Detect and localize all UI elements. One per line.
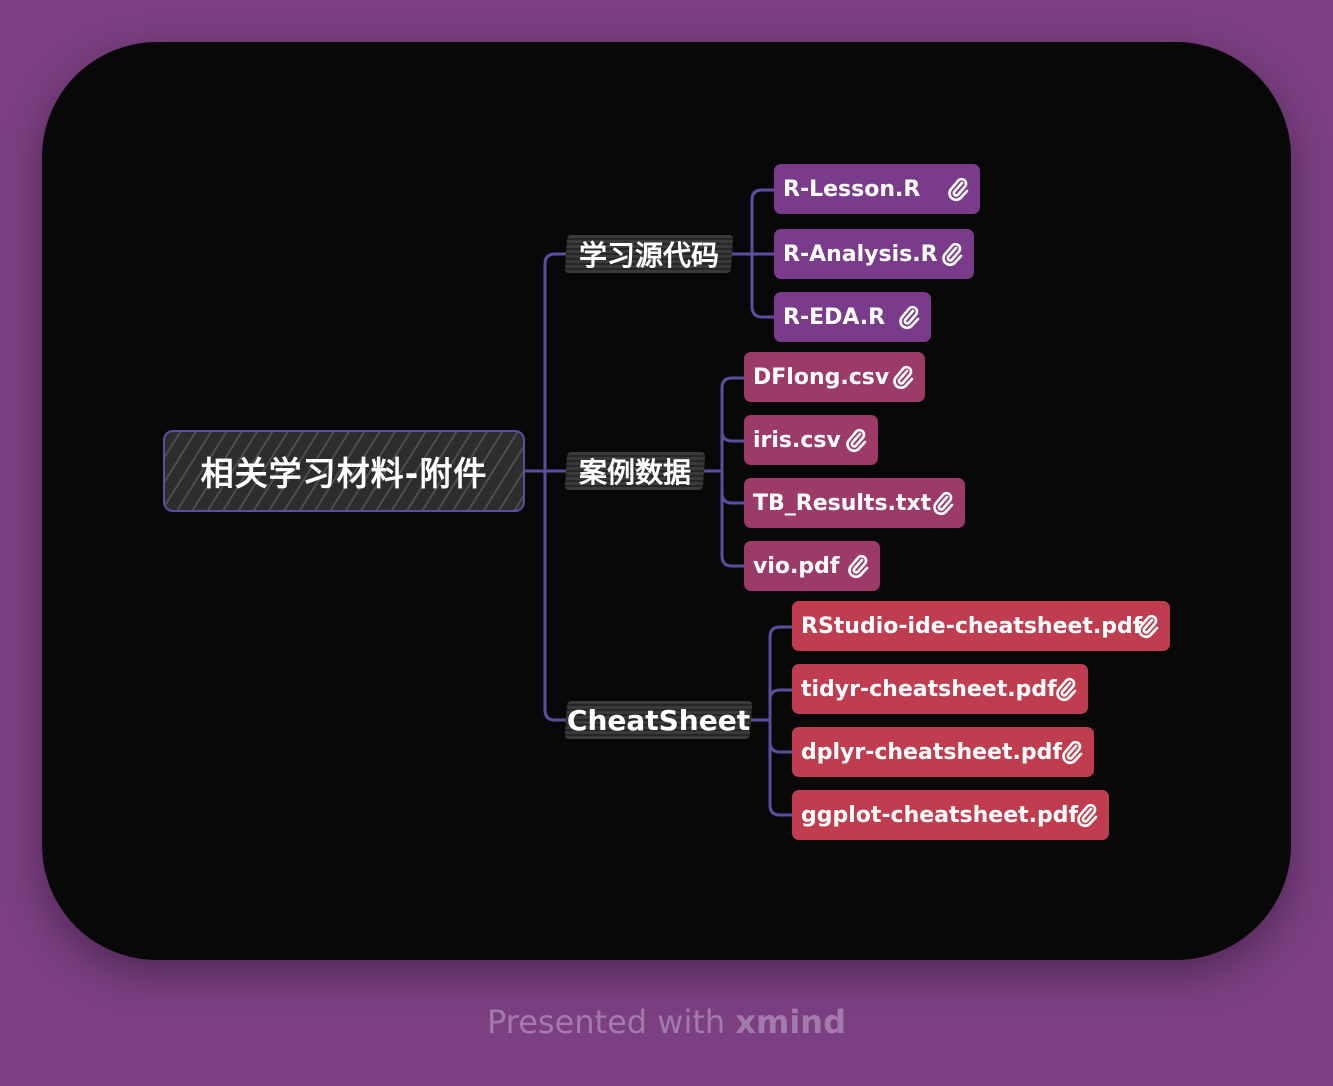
paperclip-icon bbox=[846, 428, 867, 453]
paperclip-icon bbox=[948, 177, 969, 202]
footer-credit: Presented with xmind bbox=[0, 1003, 1333, 1041]
paperclip-icon bbox=[893, 365, 914, 390]
branch-topic-source-code[interactable]: 学习源代码 bbox=[564, 229, 734, 279]
attachment-topic[interactable]: R-EDA.R bbox=[774, 292, 931, 342]
attachment-name: RStudio-ide-cheatsheet.pdf bbox=[801, 613, 1143, 639]
branch-topic-label: CheatSheet bbox=[566, 703, 751, 737]
attachment-topic[interactable]: vio.pdf bbox=[744, 541, 880, 591]
paperclip-icon bbox=[1056, 677, 1077, 702]
attachment-name: vio.pdf bbox=[753, 553, 840, 579]
attachment-name: R-Analysis.R bbox=[783, 241, 938, 267]
attachment-topic[interactable]: ggplot-cheatsheet.pdf bbox=[792, 790, 1109, 840]
attachment-topic[interactable]: TB_Results.txt bbox=[744, 478, 965, 528]
paperclip-icon bbox=[1077, 803, 1098, 828]
attachment-name: ggplot-cheatsheet.pdf bbox=[801, 802, 1079, 828]
paperclip-icon bbox=[942, 242, 963, 267]
branch-topic-cheatsheet[interactable]: CheatSheet bbox=[564, 695, 753, 745]
paperclip-icon bbox=[848, 554, 869, 579]
footer-prefix: Presented with bbox=[487, 1003, 726, 1041]
attachment-name: R-EDA.R bbox=[783, 304, 886, 330]
attachment-name: R-Lesson.R bbox=[783, 176, 921, 202]
attachment-topic[interactable]: dplyr-cheatsheet.pdf bbox=[792, 727, 1094, 777]
root-topic-label: 相关学习材料-附件 bbox=[200, 454, 488, 493]
footer-brand: xmind bbox=[735, 1003, 846, 1041]
connector-lines bbox=[523, 188, 794, 817]
paperclip-icon bbox=[1138, 614, 1159, 639]
attachment-topic[interactable]: RStudio-ide-cheatsheet.pdf bbox=[792, 601, 1170, 651]
branch-topic-label: 案例数据 bbox=[578, 456, 691, 489]
paperclip-icon bbox=[1062, 740, 1083, 765]
branch-topic-case-data[interactable]: 案例数据 bbox=[564, 446, 706, 496]
attachment-topic[interactable]: R-Lesson.R bbox=[774, 164, 980, 214]
attachment-name: iris.csv bbox=[753, 427, 841, 453]
attachment-name: dplyr-cheatsheet.pdf bbox=[801, 739, 1062, 765]
attachment-topic[interactable]: tidyr-cheatsheet.pdf bbox=[792, 664, 1088, 714]
attachment-name: TB_Results.txt bbox=[753, 490, 932, 516]
paperclip-icon bbox=[933, 491, 954, 516]
attachment-name: tidyr-cheatsheet.pdf bbox=[801, 676, 1057, 702]
branch-topic-label: 学习源代码 bbox=[578, 239, 719, 272]
attachment-name: DFlong.csv bbox=[753, 364, 890, 390]
attachment-topic[interactable]: iris.csv bbox=[744, 415, 878, 465]
paperclip-icon bbox=[899, 305, 920, 330]
attachment-topic[interactable]: DFlong.csv bbox=[744, 352, 925, 402]
attachment-topic[interactable]: R-Analysis.R bbox=[774, 229, 974, 279]
root-topic[interactable]: 相关学习材料-附件 bbox=[163, 430, 525, 512]
